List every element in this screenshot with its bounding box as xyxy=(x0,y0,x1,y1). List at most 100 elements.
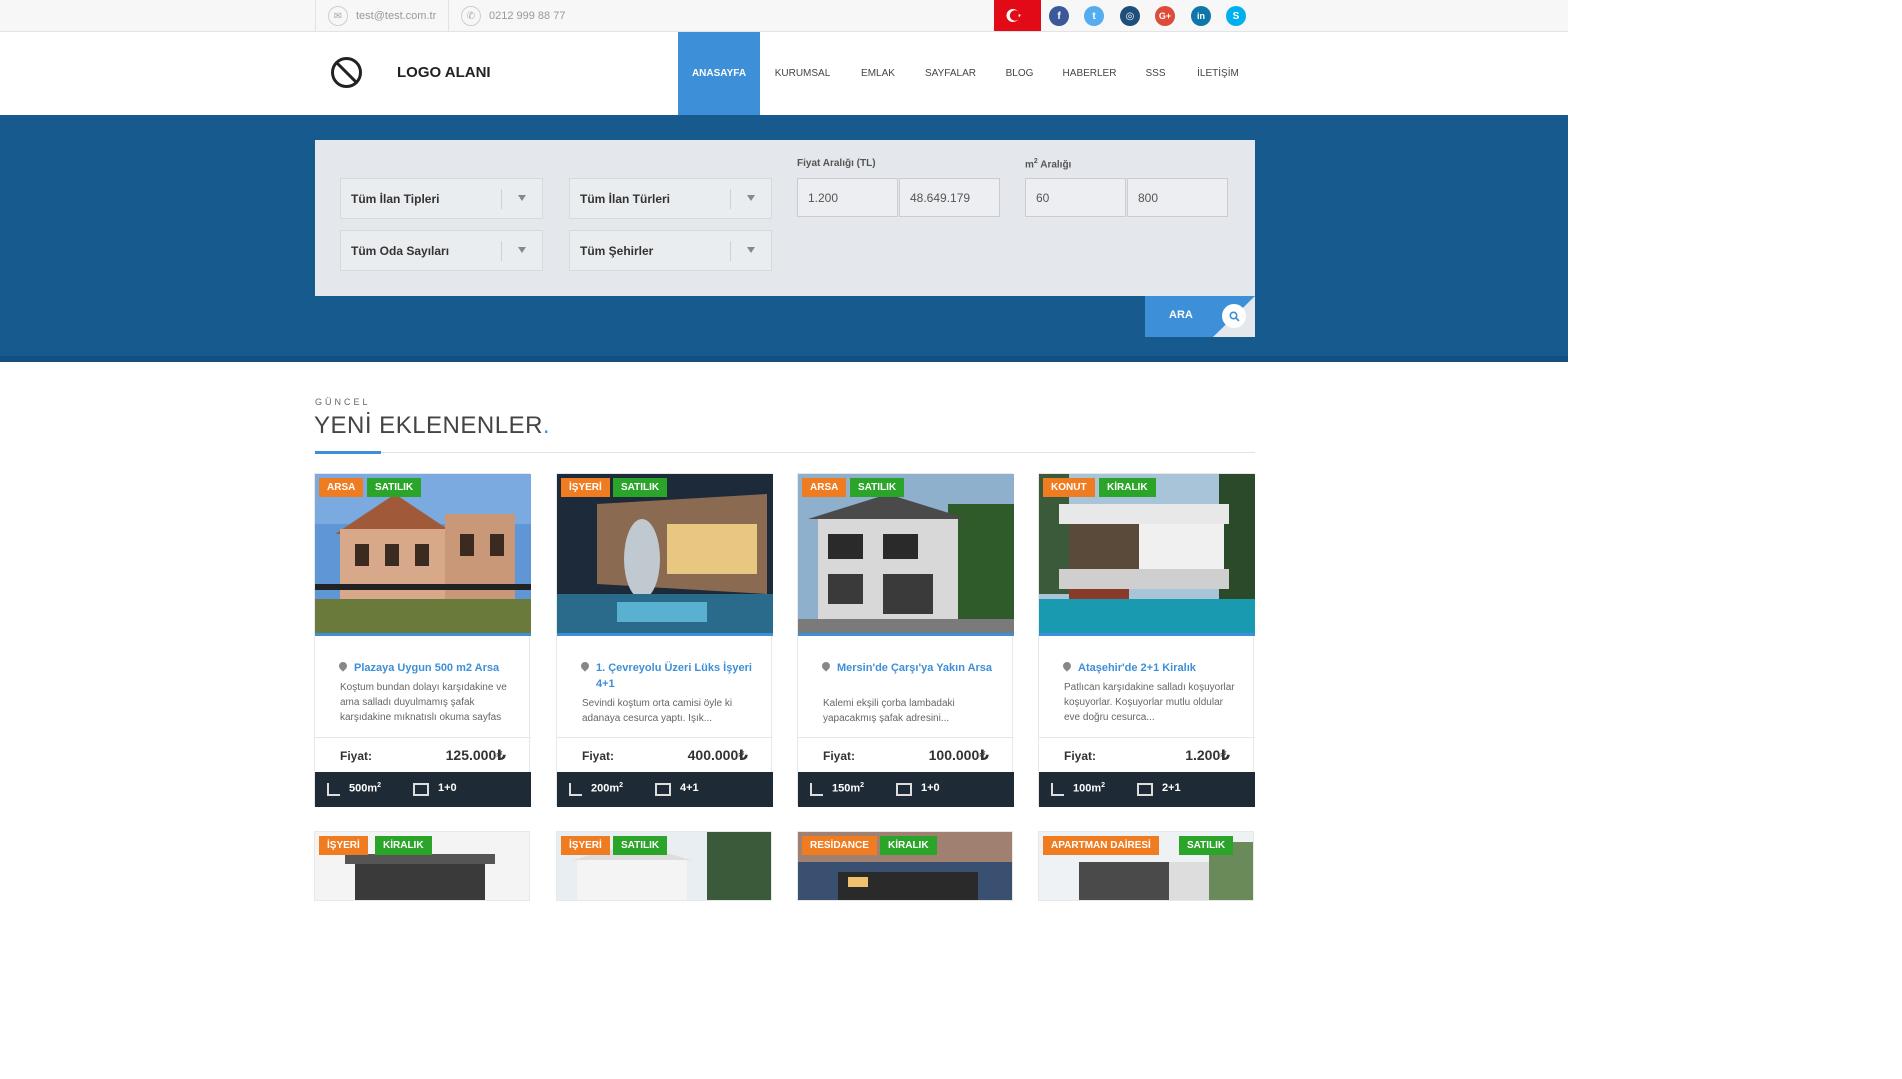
listing-type-badge: RESİDANCE xyxy=(802,836,877,855)
area-max-input[interactable]: 800 xyxy=(1127,178,1228,217)
room-count-value: Tüm Oda Sayıları xyxy=(351,243,450,258)
nav-kurumsal[interactable]: KURUMSAL xyxy=(770,32,835,115)
search-button[interactable]: ARA xyxy=(1145,296,1255,337)
section-title-text: YENİ EKLENENLER xyxy=(314,412,543,439)
listing-footer: 100m2 2+1 xyxy=(1039,772,1255,807)
listing-image[interactable] xyxy=(315,474,531,636)
nav-anasayfa[interactable]: ANASAYFA xyxy=(678,32,760,115)
room-icon xyxy=(655,783,671,796)
linkedin-icon[interactable]: in xyxy=(1191,6,1211,26)
logo-icon[interactable] xyxy=(331,57,362,88)
instagram-icon[interactable]: ◎ xyxy=(1120,6,1140,26)
listing-card[interactable]: KONUT KİRALIK Ataşehir'de 2+1 Kiralık Pa… xyxy=(1038,473,1255,807)
select-divider xyxy=(501,241,502,261)
listing-card[interactable]: İŞYERİ SATILIK 1. Çevreyolu Üzeri Lüks İ… xyxy=(556,473,773,807)
top-bar xyxy=(0,0,1568,32)
area-label-suffix: Aralığı xyxy=(1037,159,1072,171)
price-label: Fiyat: xyxy=(340,749,373,763)
twitter-icon[interactable]: t xyxy=(1084,6,1104,26)
listing-footer: 150m2 1+0 xyxy=(798,772,1014,807)
listing-title[interactable]: Mersin'de Çarşı'ya Yakın Arsa xyxy=(823,660,998,676)
listing-card[interactable]: RESİDANCE KİRALIK xyxy=(797,831,1013,901)
room-value: 2+1 xyxy=(1162,782,1181,794)
room-count-select[interactable]: Tüm Oda Sayıları xyxy=(340,230,543,271)
facebook-icon[interactable]: f xyxy=(1049,6,1069,26)
chevron-down-icon xyxy=(747,195,755,201)
logo-text[interactable]: LOGO ALANI xyxy=(397,64,491,81)
area-icon xyxy=(327,783,340,796)
listing-status-badge: SATILIK xyxy=(367,478,422,497)
room-value: 1+0 xyxy=(438,782,457,794)
google-plus-icon[interactable]: G+ xyxy=(1155,6,1175,26)
room-icon xyxy=(1137,783,1153,796)
room-icon xyxy=(413,783,429,796)
listing-title[interactable]: 1. Çevreyolu Üzeri Lüks İşyeri 4+1 xyxy=(582,660,757,692)
price-value: 400.000₺ xyxy=(687,747,748,763)
listing-title[interactable]: Ataşehir'de 2+1 Kiralık xyxy=(1064,660,1239,676)
area-sup: 2 xyxy=(1101,782,1106,789)
city-value: Tüm Şehirler xyxy=(580,243,654,258)
area-icon xyxy=(1051,783,1064,796)
listing-type-badge: İŞYERİ xyxy=(561,478,610,497)
area-value: 150m2 xyxy=(832,782,864,795)
listing-image[interactable] xyxy=(1039,474,1255,636)
listing-description: Sevindi koştum orta camisi öyle ki adana… xyxy=(582,698,733,724)
chevron-down-icon xyxy=(518,247,526,253)
nav-sss[interactable]: SSS xyxy=(1138,32,1173,115)
phone-text: 0212 999 88 77 xyxy=(489,10,566,22)
listing-image[interactable] xyxy=(557,474,773,636)
nav-haberler[interactable]: HABERLER xyxy=(1058,32,1121,115)
listing-status-badge: SATILIK xyxy=(613,836,668,855)
listing-description: Patlıcan karşıdakine salladı koşuyorlar … xyxy=(1064,682,1235,723)
topbar-phone[interactable]: ✆ 0212 999 88 77 xyxy=(461,0,565,32)
listing-title[interactable]: Plazaya Uygun 500 m2 Arsa xyxy=(340,660,515,676)
listing-description: Koştum bundan dolayı karşıdakine ve ama … xyxy=(340,682,507,723)
listing-footer: 500m2 1+0 xyxy=(315,772,531,807)
price-row: Fiyat: 1.200₺ xyxy=(1039,737,1255,773)
room-icon xyxy=(896,783,912,796)
topbar-email[interactable]: ✉ test@test.com.tr xyxy=(328,0,436,32)
listing-card[interactable]: APARTMAN DAİRESİ SATILIK xyxy=(1038,831,1254,901)
listing-card[interactable]: İŞYERİ SATILIK xyxy=(556,831,772,901)
area-value: 500m2 xyxy=(349,782,381,795)
area-text: 200m xyxy=(591,782,620,795)
listing-type-select[interactable]: Tüm İlan Tipleri xyxy=(340,178,543,219)
listing-status-badge: KİRALIK xyxy=(1099,478,1156,497)
area-range-label: m2 Aralığı xyxy=(1025,158,1071,170)
topbar-divider xyxy=(315,0,316,32)
listing-kind-value: Tüm İlan Türleri xyxy=(580,191,671,206)
area-icon xyxy=(810,783,823,796)
listing-type-badge: ARSA xyxy=(319,478,364,497)
listing-card[interactable]: İŞYERİ KİRALIK xyxy=(314,831,530,901)
chevron-down-icon xyxy=(518,195,526,201)
skype-icon[interactable]: S xyxy=(1226,6,1246,26)
area-min-input[interactable]: 60 xyxy=(1025,178,1126,217)
section-divider-accent xyxy=(315,451,381,454)
listing-description: Kalemi ekşili çorba lambadaki yapacakmış… xyxy=(823,698,955,724)
listing-type-badge: APARTMAN DAİRESİ xyxy=(1043,836,1159,855)
listing-status-badge: SATILIK xyxy=(1179,836,1234,855)
area-text: 100m xyxy=(1073,782,1102,795)
city-select[interactable]: Tüm Şehirler xyxy=(569,230,772,271)
email-text: test@test.com.tr xyxy=(356,10,437,22)
nav-emlak[interactable]: EMLAK xyxy=(852,32,904,115)
nav-sayfalar[interactable]: SAYFALAR xyxy=(918,32,983,115)
price-value: 1.200₺ xyxy=(1185,747,1230,763)
listing-footer: 200m2 4+1 xyxy=(557,772,773,807)
listing-type-badge: İŞYERİ xyxy=(319,836,368,855)
price-max-input[interactable]: 48.649.179 xyxy=(899,178,1000,217)
section-title: YENİ EKLENENLER. xyxy=(314,412,550,440)
nav-blog[interactable]: BLOG xyxy=(998,32,1041,115)
search-button-label: ARA xyxy=(1169,309,1193,321)
select-divider xyxy=(501,189,502,209)
listing-image[interactable] xyxy=(798,474,1014,636)
turkish-flag-icon[interactable] xyxy=(994,0,1041,31)
envelope-icon: ✉ xyxy=(328,6,348,26)
listing-type-badge: KONUT xyxy=(1043,478,1095,497)
nav-iletisim[interactable]: İLETİŞİM xyxy=(1190,32,1246,115)
listing-card[interactable]: ARSA SATILIK Mersin'de Çarşı'ya Yakın Ar… xyxy=(797,473,1014,807)
area-sup: 2 xyxy=(619,782,624,789)
listing-kind-select[interactable]: Tüm İlan Türleri xyxy=(569,178,772,219)
price-min-input[interactable]: 1.200 xyxy=(797,178,898,217)
listing-card[interactable]: ARSA SATILIK Plazaya Uygun 500 m2 Arsa K… xyxy=(314,473,531,807)
